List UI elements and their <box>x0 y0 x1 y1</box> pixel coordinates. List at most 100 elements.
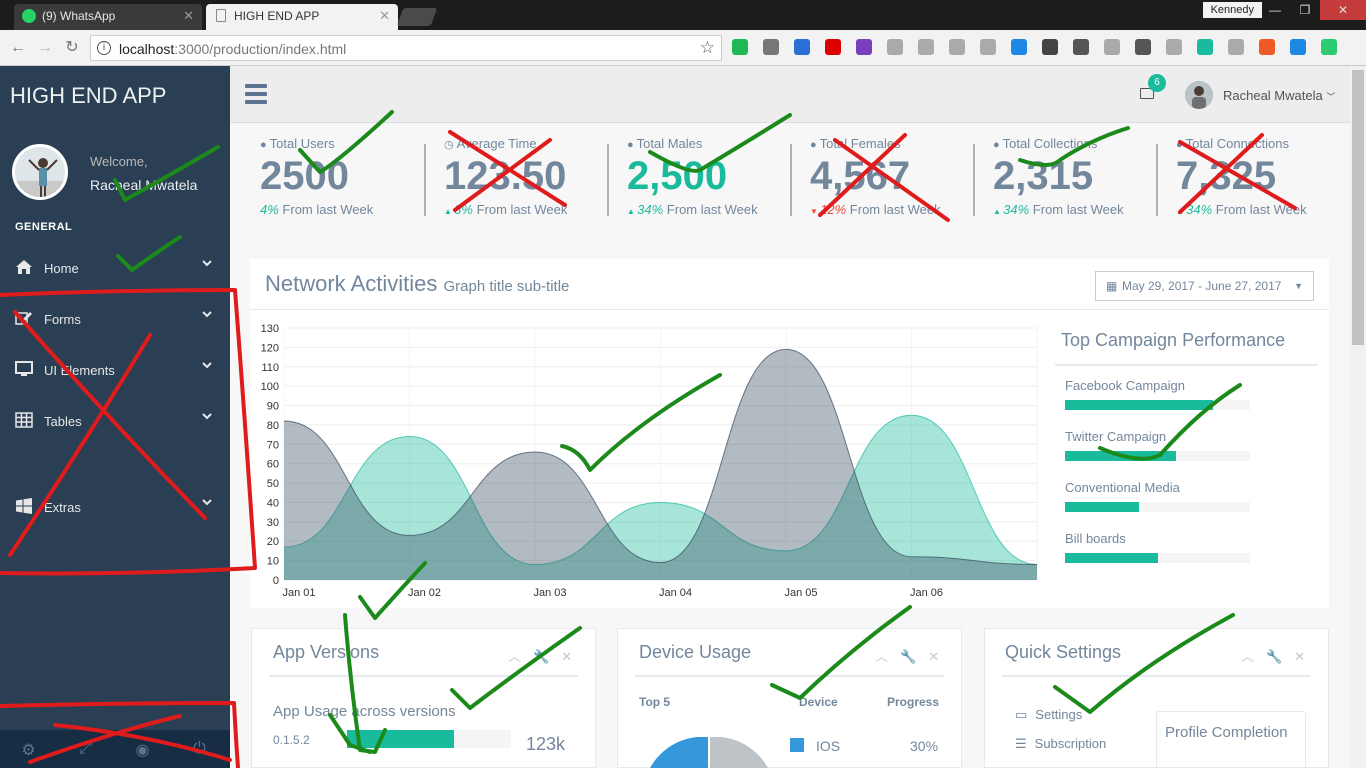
sidebar-item-tables[interactable]: Tables <box>0 400 230 440</box>
app-brand[interactable]: HIGH END APP <box>10 83 166 109</box>
extension-icon[interactable] <box>1197 39 1213 55</box>
extension-icon[interactable] <box>1073 39 1089 55</box>
extension-icon[interactable] <box>1166 39 1182 55</box>
app-versions-title: App Versions <box>273 642 380 662</box>
eye-slash-icon[interactable]: ◉ <box>114 740 171 760</box>
close-icon[interactable]: ✕ <box>561 649 572 664</box>
extension-icon[interactable] <box>794 39 810 55</box>
campaign-label: Conventional Media <box>1065 480 1180 495</box>
panel-toolbox: ︿ 🔧 ✕ <box>496 646 572 665</box>
user-icon: ● <box>993 139 1000 151</box>
extension-icon[interactable] <box>887 39 903 55</box>
user-icon: ● <box>627 139 634 151</box>
sidebar-item-home[interactable]: Home <box>0 247 230 287</box>
campaign-label: Twitter Campaign <box>1065 429 1167 444</box>
close-icon[interactable]: ✕ <box>379 4 390 28</box>
quick-settings-settings[interactable]: ▭ Settings <box>1015 707 1082 723</box>
url-path: :3000/production/index.html <box>174 41 347 57</box>
y-tick-label: 130 <box>261 323 279 335</box>
forward-button[interactable]: → <box>35 38 55 58</box>
network-activities-chart: 0 10 20 30 40 50 60 70 80 90 100 110 120 130 Jan 01 Jan… <box>261 323 1038 599</box>
chevron-up-icon[interactable]: ︿ <box>875 649 888 664</box>
extension-icon[interactable] <box>980 39 996 55</box>
extension-icon[interactable] <box>1104 39 1120 55</box>
extension-icon[interactable] <box>856 39 872 55</box>
stat-label-text: Total Connections <box>1185 136 1289 151</box>
power-icon[interactable]: ⏻ <box>171 740 228 758</box>
extension-icon[interactable] <box>1011 39 1027 55</box>
panel-divider <box>250 309 1329 310</box>
chevron-up-icon[interactable]: ︿ <box>1241 649 1254 664</box>
stat-label: ● Total Collections <box>993 136 1097 151</box>
extension-icon[interactable] <box>825 39 841 55</box>
address-bar[interactable]: i localhost:3000/production/index.html ☆ <box>90 35 722 61</box>
reload-button[interactable]: ↻ <box>62 38 82 58</box>
wrench-icon[interactable]: 🔧 <box>900 649 916 664</box>
y-tick-label: 90 <box>267 401 279 413</box>
info-icon[interactable]: i <box>97 41 111 55</box>
browser-toolbar: ← → ↻ i localhost:3000/production/index.… <box>0 30 1366 66</box>
version-value: 123k <box>526 734 566 754</box>
gear-icon[interactable]: ⚙ <box>0 740 57 760</box>
close-icon[interactable]: ✕ <box>183 4 194 28</box>
stat-suffix: From last Week <box>849 202 941 217</box>
extension-icon[interactable] <box>918 39 934 55</box>
trend-up-icon: ▲ <box>627 207 638 216</box>
campaign-progress-track <box>1065 553 1250 563</box>
fullscreen-icon[interactable]: ⤢ <box>57 740 114 758</box>
sidebar-item-extras[interactable]: Extras <box>0 486 230 526</box>
stat-label-text: Total Males <box>636 136 703 151</box>
clock-icon: ◷ <box>444 139 454 151</box>
stat-percent: 4% <box>260 202 279 217</box>
new-tab-button[interactable] <box>396 8 438 26</box>
tab-title: (9) WhatsApp <box>42 9 116 23</box>
back-button[interactable]: ← <box>8 38 28 58</box>
y-tick-label: 40 <box>267 497 279 509</box>
chevron-down-icon: ﹀ <box>1326 92 1336 102</box>
date-range-picker[interactable]: ▦ May 29, 2017 - June 27, 2017 ▼ <box>1095 271 1314 301</box>
quick-settings-label: Settings <box>1035 707 1083 722</box>
extension-icon[interactable] <box>1042 39 1058 55</box>
stat-tile: ● Total Users 2500 4% From last Week <box>260 130 443 220</box>
sidebar-item-forms[interactable]: Forms <box>0 298 230 338</box>
tab-whatsapp[interactable]: (9) WhatsApp ✕ <box>14 4 202 30</box>
y-tick-label: 20 <box>267 536 279 548</box>
stat-label-text: Average Time <box>456 136 537 151</box>
browser-tab-bar: (9) WhatsApp ✕ HIGH END APP ✕ Kennedy — … <box>0 0 1366 30</box>
bookmark-star-icon[interactable]: ☆ <box>700 38 715 58</box>
close-icon[interactable]: ✕ <box>1294 649 1305 664</box>
browser-profile-button[interactable]: Kennedy <box>1202 2 1262 18</box>
panel-title: Network Activities <box>265 271 438 296</box>
extension-icon[interactable] <box>1321 39 1337 55</box>
extension-icon[interactable] <box>763 39 779 55</box>
chevron-up-icon[interactable]: ︿ <box>508 649 521 664</box>
stat-value: 123.50 <box>444 154 567 198</box>
extension-icon[interactable] <box>732 39 748 55</box>
sidebar-item-label: Home <box>44 261 79 276</box>
menu-toggle-icon[interactable] <box>245 84 267 104</box>
sidebar-item-ui-elements[interactable]: UI Elements <box>0 349 230 389</box>
user-menu[interactable]: Racheal Mwatela ﹀ <box>1223 88 1335 103</box>
minimize-button[interactable]: — <box>1260 0 1290 20</box>
wrench-icon[interactable]: 🔧 <box>1266 649 1282 664</box>
stat-tile: ● Total Connections 7,325 ▲ 34% From last W… <box>1176 130 1359 220</box>
extension-icon[interactable] <box>1290 39 1306 55</box>
wrench-icon[interactable]: 🔧 <box>533 649 549 664</box>
device-col-progress: Progress <box>887 695 940 709</box>
extension-icon[interactable] <box>1259 39 1275 55</box>
extension-icon[interactable] <box>1135 39 1151 55</box>
version-label: 0.1.5.2 <box>273 733 310 747</box>
user-avatar[interactable] <box>1185 81 1213 109</box>
restore-button[interactable]: ❐ <box>1290 0 1320 20</box>
window-close-button[interactable]: ✕ <box>1320 0 1366 20</box>
trend-up-icon: ▲ <box>993 207 1004 216</box>
chevron-down-icon <box>202 498 212 509</box>
quick-settings-subscription[interactable]: ☰ Subscription <box>1015 736 1106 752</box>
close-icon[interactable]: ✕ <box>928 649 939 664</box>
stat-suffix: From last Week <box>476 202 568 217</box>
extension-icon[interactable] <box>1228 39 1244 55</box>
tab-high-end-app[interactable]: HIGH END APP ✕ <box>206 4 398 30</box>
extension-icon[interactable] <box>949 39 965 55</box>
y-tick-label: 100 <box>261 381 279 393</box>
version-progress-fill <box>347 730 454 748</box>
